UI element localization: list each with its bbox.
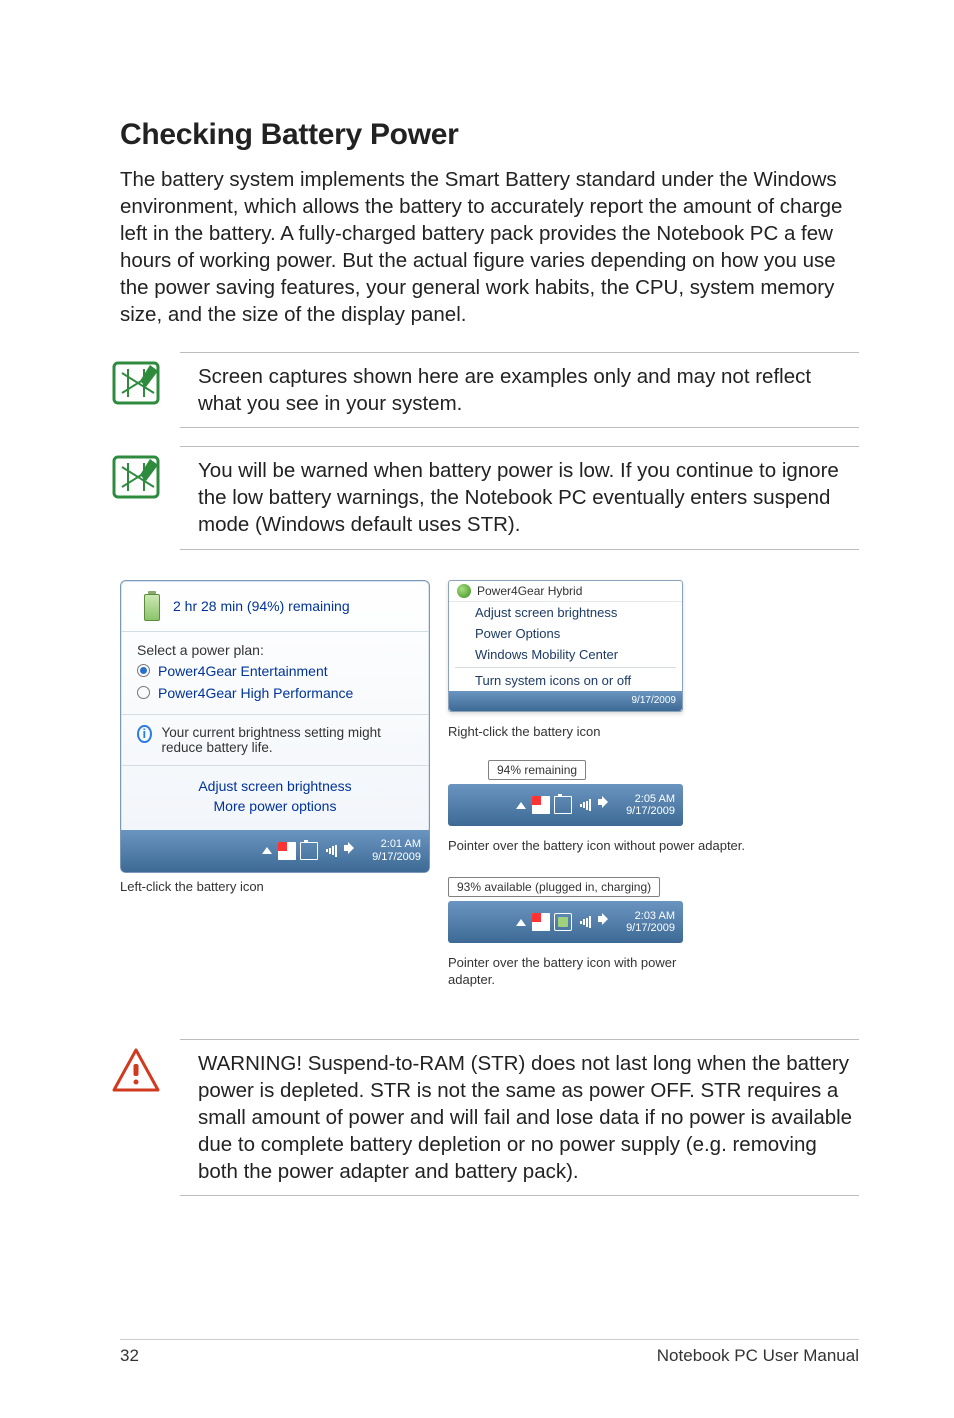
brightness-note-text: Your current brightness setting might re… — [162, 725, 413, 755]
page-footer: 32 Notebook PC User Manual — [120, 1339, 859, 1366]
tray-date-text: 9/17/2009 — [626, 805, 675, 817]
speaker-icon[interactable] — [344, 842, 362, 860]
battery-remaining-text: 2 hr 28 min (94%) remaining — [173, 598, 350, 614]
show-hidden-icon[interactable] — [516, 919, 526, 926]
info-icon: i — [137, 725, 152, 743]
figure-left-column: 2 hr 28 min (94%) remaining Select a pow… — [120, 580, 430, 896]
caption-right-1: Right-click the battery icon — [448, 724, 600, 741]
figure-right-column: Power4Gear Hybrid Adjust screen brightne… — [448, 580, 828, 990]
warning-block: WARNING! Suspend-to-RAM (STR) does not l… — [180, 1039, 859, 1196]
tray-clock[interactable]: 2:05 AM 9/17/2009 — [626, 793, 675, 817]
battery-status-row: 2 hr 28 min (94%) remaining — [121, 581, 429, 632]
context-menu: Power4Gear Hybrid Adjust screen brightne… — [448, 580, 683, 712]
flag-icon[interactable] — [532, 796, 550, 814]
brightness-note: i Your current brightness setting might … — [121, 714, 429, 765]
speaker-icon[interactable] — [598, 796, 616, 814]
show-hidden-icon[interactable] — [516, 802, 526, 809]
speaker-icon[interactable] — [598, 913, 616, 931]
tray-date-text: 9/17/2009 — [626, 922, 675, 934]
tray-date-text: 9/17/2009 — [372, 851, 421, 863]
warning-icon — [110, 1046, 162, 1094]
flag-icon[interactable] — [532, 913, 550, 931]
radio-selected-icon — [137, 664, 150, 677]
popup-links: Adjust screen brightness More power opti… — [121, 765, 429, 830]
context-menu-mini-tray: 9/17/2009 — [449, 691, 682, 711]
power-plan-entertainment[interactable]: Power4Gear Entertainment — [137, 660, 413, 682]
plan-label: Power4Gear Entertainment — [158, 663, 328, 679]
network-icon[interactable] — [322, 842, 340, 860]
battery-charging-tray-icon[interactable] — [554, 913, 572, 931]
network-icon[interactable] — [576, 913, 594, 931]
page-title: Checking Battery Power — [120, 118, 859, 152]
tray-icons — [278, 842, 366, 860]
ctx-mobility-center[interactable]: Windows Mobility Center — [449, 644, 682, 665]
context-menu-title-text: Power4Gear Hybrid — [477, 584, 582, 598]
more-power-options-link[interactable]: More power options — [121, 796, 429, 816]
taskbar-right-1: 2:05 AM 9/17/2009 — [448, 784, 683, 826]
tray-icons — [532, 796, 620, 814]
power-plans: Power4Gear Entertainment Power4Gear High… — [121, 660, 429, 714]
ctx-system-icons[interactable]: Turn system icons on or off — [449, 670, 682, 691]
power4gear-icon — [457, 584, 471, 598]
note-block-1: Screen captures shown here are examples … — [180, 352, 859, 428]
flag-icon[interactable] — [278, 842, 296, 860]
note-icon — [110, 453, 162, 501]
show-hidden-icon[interactable] — [262, 847, 272, 854]
network-icon[interactable] — [576, 796, 594, 814]
note-block-2: You will be warned when battery power is… — [180, 446, 859, 549]
note-text-2: You will be warned when battery power is… — [198, 459, 839, 536]
tooltip-charging: 93% available (plugged in, charging) — [448, 877, 660, 897]
taskbar-right-2: 2:03 AM 9/17/2009 — [448, 901, 683, 943]
context-menu-title: Power4Gear Hybrid — [449, 581, 682, 602]
note-icon — [110, 359, 162, 407]
taskbar-left: 2:01 AM 9/17/2009 — [121, 830, 429, 872]
battery-tray-icon[interactable] — [300, 842, 318, 860]
context-menu-separator — [455, 667, 676, 668]
caption-right-3: Pointer over the battery icon with power… — [448, 955, 708, 989]
tray-clock[interactable]: 2:01 AM 9/17/2009 — [372, 838, 421, 862]
tray-time-text: 2:03 AM — [626, 910, 675, 922]
plan-label: Power4Gear High Performance — [158, 685, 353, 701]
doc-title: Notebook PC User Manual — [657, 1346, 859, 1366]
page-number: 32 — [120, 1346, 139, 1366]
intro-paragraph: The battery system implements the Smart … — [120, 166, 859, 328]
tray-time-text: 2:01 AM — [372, 838, 421, 850]
radio-icon — [137, 686, 150, 699]
warning-text: WARNING! Suspend-to-RAM (STR) does not l… — [198, 1052, 852, 1183]
battery-icon — [141, 591, 163, 621]
power-plan-high-performance[interactable]: Power4Gear High Performance — [137, 682, 413, 704]
battery-tray-icon[interactable] — [554, 796, 572, 814]
tray-time-text: 2:05 AM — [626, 793, 675, 805]
mini-tray-date: 9/17/2009 — [632, 695, 677, 706]
tooltip-remaining: 94% remaining — [488, 760, 586, 780]
ctx-power-options[interactable]: Power Options — [449, 623, 682, 644]
ctx-adjust-brightness[interactable]: Adjust screen brightness — [449, 602, 682, 623]
tray-icons — [532, 913, 620, 931]
battery-popup: 2 hr 28 min (94%) remaining Select a pow… — [120, 580, 430, 873]
note-text-1: Screen captures shown here are examples … — [198, 365, 811, 415]
caption-left: Left-click the battery icon — [120, 879, 430, 896]
figures-row: 2 hr 28 min (94%) remaining Select a pow… — [120, 580, 859, 990]
caption-right-2: Pointer over the battery icon without po… — [448, 838, 745, 855]
adjust-brightness-link[interactable]: Adjust screen brightness — [121, 776, 429, 796]
tray-clock[interactable]: 2:03 AM 9/17/2009 — [626, 910, 675, 934]
select-plan-label: Select a power plan: — [121, 632, 429, 660]
